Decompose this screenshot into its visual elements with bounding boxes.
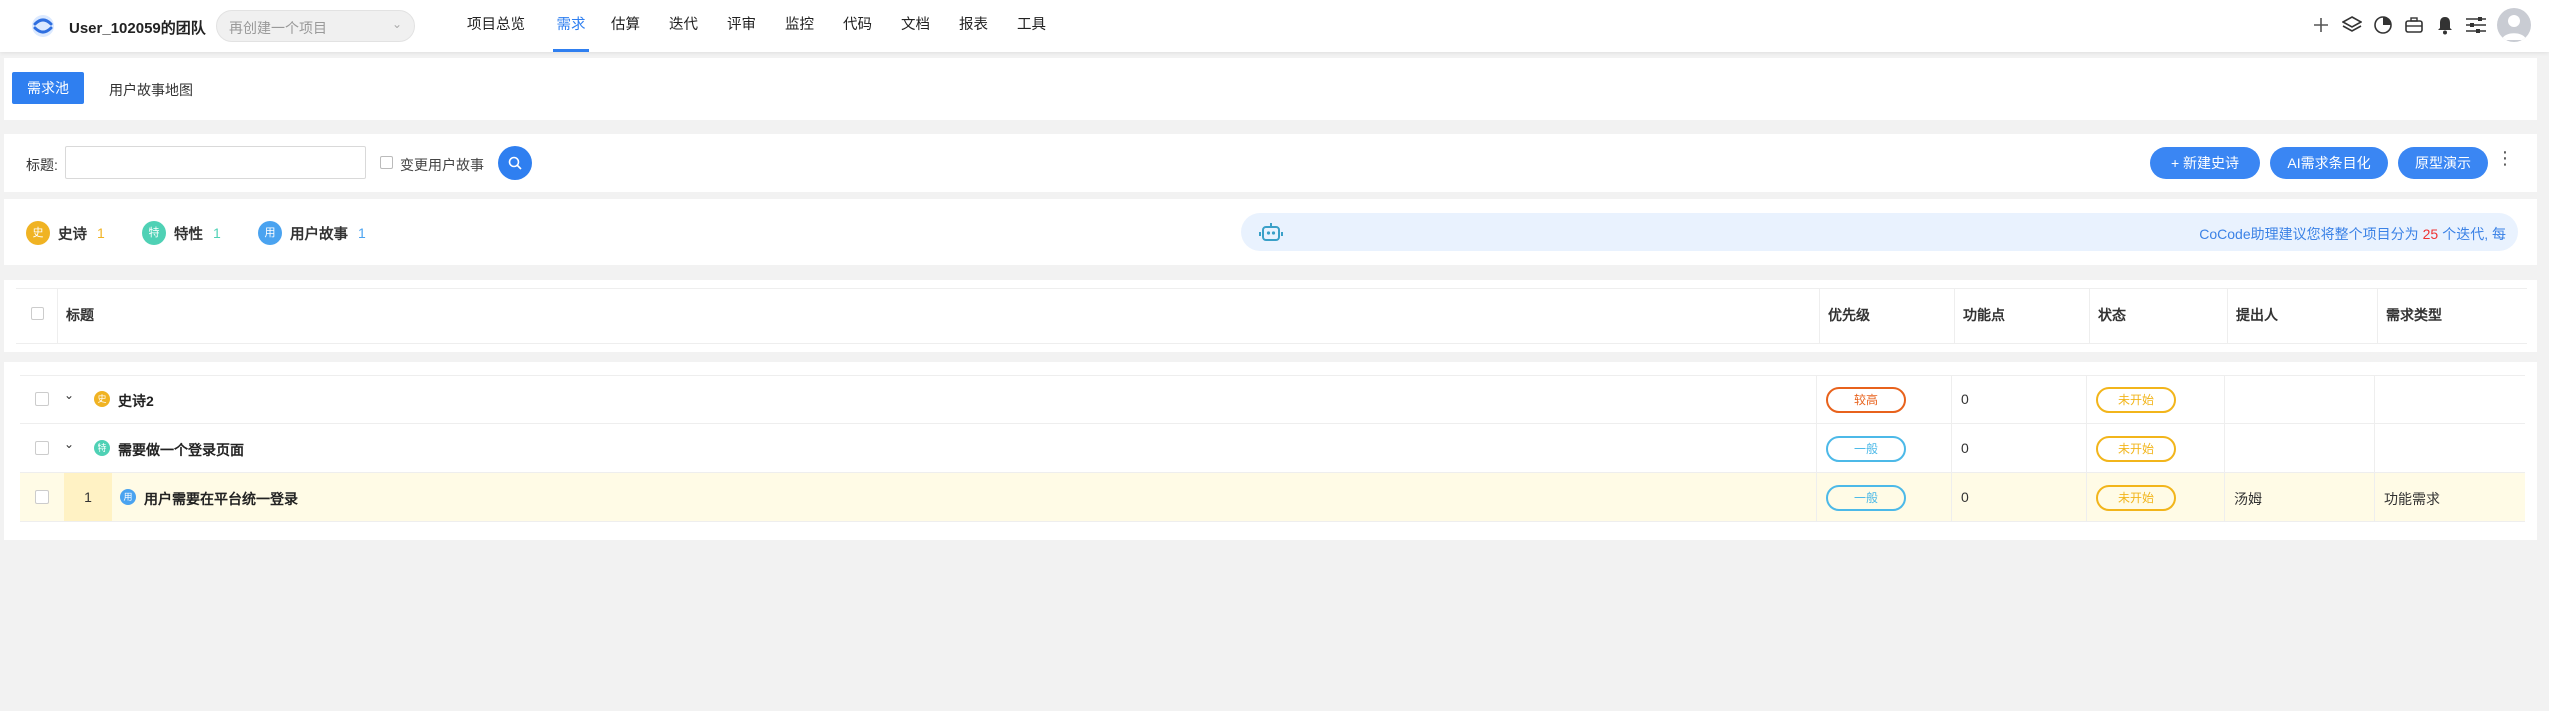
- epic-type-icon: 史: [94, 391, 110, 407]
- table-row[interactable]: ⌄ 史 史诗2 较高 0 未开始: [20, 375, 2525, 424]
- view-tabs-panel: 需求池 用户故事地图: [4, 58, 2537, 120]
- stat-epic-count: 1: [97, 225, 105, 241]
- priority-tag: 一般: [1826, 436, 1906, 462]
- nav-item-overview[interactable]: 项目总览: [467, 0, 553, 52]
- select-all-checkbox[interactable]: [31, 307, 44, 320]
- stats-panel: 史 史诗 1 特 特性 1 用 用户故事 1 CoCode助理建议您将整个项目分…: [4, 199, 2537, 265]
- briefcase-icon[interactable]: [2403, 14, 2425, 36]
- main-nav: 项目总览 需求 估算 迭代 评审 监控 代码 文档 报表 工具: [467, 0, 1057, 52]
- nav-item-reports[interactable]: 报表: [959, 0, 1017, 52]
- priority-tag: 一般: [1826, 485, 1906, 511]
- status-tag: 未开始: [2096, 485, 2176, 511]
- row-checkbox[interactable]: [35, 490, 49, 504]
- pie-chart-icon[interactable]: [2372, 14, 2394, 36]
- plus-icon[interactable]: [2310, 14, 2332, 36]
- change-story-checkbox[interactable]: [380, 156, 393, 169]
- filter-panel: 标题: 变更用户故事 + 新建史诗 AI需求条目化 原型演示 ⋮: [4, 134, 2537, 192]
- expand-chevron-icon[interactable]: ⌄: [64, 437, 74, 451]
- robot-icon: [1259, 223, 1283, 241]
- feature-type-icon: 特: [94, 440, 110, 456]
- stat-user-story[interactable]: 用 用户故事 1: [258, 221, 366, 245]
- new-epic-button[interactable]: + 新建史诗: [2150, 147, 2260, 179]
- function-points: 0: [1961, 489, 1969, 505]
- table-row[interactable]: ⌄ 特 需要做一个登录页面 一般 0 未开始: [20, 424, 2525, 473]
- function-points: 0: [1961, 391, 1969, 407]
- logo-icon[interactable]: [28, 14, 58, 38]
- status-tag: 未开始: [2096, 387, 2176, 413]
- nav-item-review[interactable]: 评审: [727, 0, 785, 52]
- stat-epic[interactable]: 史 史诗 1: [26, 221, 105, 245]
- feature-badge-icon: 特: [142, 221, 166, 245]
- row-title[interactable]: 用户需要在平台统一登录: [144, 489, 298, 509]
- row-checkbox[interactable]: [35, 441, 49, 455]
- stat-user-story-count: 1: [358, 225, 366, 241]
- chevron-down-icon: ⌄: [391, 17, 402, 31]
- title-filter-input[interactable]: [65, 146, 366, 179]
- priority-tag: 较高: [1826, 387, 1906, 413]
- header-function-points[interactable]: 功能点: [1955, 288, 2090, 344]
- row-number: 1: [64, 473, 112, 521]
- team-name[interactable]: User_102059的团队: [69, 17, 206, 38]
- title-filter-label: 标题:: [26, 157, 58, 173]
- tab-requirement-pool[interactable]: 需求池: [12, 72, 84, 104]
- header-status[interactable]: 状态: [2090, 288, 2228, 344]
- stat-feature-count: 1: [213, 225, 221, 241]
- status-tag: 未开始: [2096, 436, 2176, 462]
- stat-feature[interactable]: 特 特性 1: [142, 221, 221, 245]
- project-select[interactable]: 再创建一个项目 ⌄: [216, 10, 415, 42]
- more-options-icon[interactable]: ⋮: [2496, 148, 2514, 169]
- sliders-icon[interactable]: [2465, 14, 2487, 36]
- nav-item-estimate[interactable]: 估算: [611, 0, 669, 52]
- stat-epic-label: 史诗: [58, 226, 87, 243]
- header-priority[interactable]: 优先级: [1820, 288, 1955, 344]
- row-title[interactable]: 需要做一个登录页面: [118, 440, 244, 460]
- header-select-cell: [16, 288, 58, 344]
- nav-item-code[interactable]: 代码: [843, 0, 901, 52]
- bell-icon[interactable]: [2434, 14, 2456, 36]
- proposer: 汤姆: [2234, 491, 2262, 507]
- user-story-type-icon: 用: [120, 489, 136, 505]
- stat-feature-label: 特性: [174, 226, 203, 243]
- expand-chevron-icon[interactable]: ⌄: [64, 388, 74, 402]
- requirement-type: 功能需求: [2384, 491, 2440, 507]
- row-checkbox[interactable]: [35, 392, 49, 406]
- layers-icon[interactable]: [2341, 14, 2363, 36]
- assistant-suggestion-bar[interactable]: CoCode助理建议您将整个项目分为 25 个迭代, 每: [1241, 213, 2518, 251]
- table-row[interactable]: 1 用 用户需要在平台统一登录 一般 0 未开始 汤姆 功能需求: [20, 473, 2525, 522]
- nav-item-tools[interactable]: 工具: [1017, 0, 1057, 52]
- suggested-iteration-count: 25: [2422, 226, 2439, 242]
- nav-item-docs[interactable]: 文档: [901, 0, 959, 52]
- nav-item-monitor[interactable]: 监控: [785, 0, 843, 52]
- table-header-panel: 标题 优先级 功能点 状态 提出人 需求类型: [4, 280, 2537, 352]
- row-title[interactable]: 史诗2: [118, 391, 154, 411]
- project-select-placeholder: 再创建一个项目: [229, 20, 327, 36]
- header-proposer[interactable]: 提出人: [2228, 288, 2378, 344]
- epic-badge-icon: 史: [26, 221, 50, 245]
- function-points: 0: [1961, 440, 1969, 456]
- change-story-label[interactable]: 变更用户故事: [400, 155, 484, 175]
- user-story-badge-icon: 用: [258, 221, 282, 245]
- user-avatar-icon[interactable]: [2497, 8, 2531, 42]
- header-requirement-type[interactable]: 需求类型: [2378, 288, 2527, 344]
- prototype-demo-button[interactable]: 原型演示: [2398, 147, 2488, 179]
- nav-item-requirements[interactable]: 需求: [553, 0, 589, 52]
- tab-user-story-map[interactable]: 用户故事地图: [109, 80, 193, 100]
- nav-item-iteration[interactable]: 迭代: [669, 0, 727, 52]
- search-icon: [508, 156, 522, 170]
- header-title[interactable]: 标题: [58, 288, 1820, 344]
- top-navigation-bar: User_102059的团队 再创建一个项目 ⌄ 项目总览 需求 估算 迭代 评…: [0, 0, 2549, 52]
- top-toolbar: [2301, 8, 2531, 42]
- assistant-suggestion-text: CoCode助理建议您将整个项目分为 25 个迭代, 每: [2199, 226, 2506, 242]
- ai-catalog-button[interactable]: AI需求条目化: [2270, 147, 2388, 179]
- table-body-panel: ⌄ 史 史诗2 较高 0 未开始 ⌄ 特 需要做一个登录页面 一般 0 未开始 …: [4, 362, 2537, 540]
- stat-user-story-label: 用户故事: [290, 226, 348, 243]
- search-button[interactable]: [498, 146, 532, 180]
